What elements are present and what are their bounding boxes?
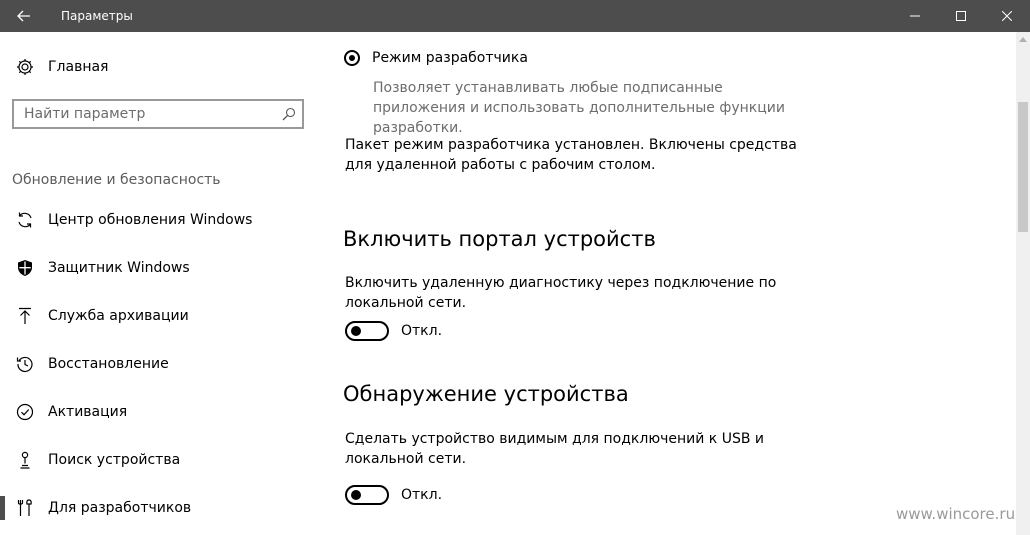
package-status-text: Пакет режим разработчика установлен. Вкл… [345, 137, 797, 173]
search-box[interactable] [12, 99, 304, 129]
sidebar-item-label: Служба архивации [48, 308, 189, 324]
sidebar-item-windows-update[interactable]: Центр обновления Windows [0, 200, 328, 240]
watermark: www.wincore.ru [896, 505, 1016, 523]
check-circle-icon [16, 403, 34, 421]
sidebar-item-label: Центр обновления Windows [48, 212, 253, 228]
selected-indicator [0, 496, 5, 520]
close-icon [1002, 11, 1012, 21]
sidebar-item-find-device[interactable]: Поиск устройства [0, 440, 328, 480]
device-discovery-toggle[interactable] [345, 485, 389, 505]
sidebar: Главная Обновление и безопасность Центр … [0, 32, 328, 535]
device-portal-toggle-label: Откл. [401, 323, 443, 339]
sidebar-item-for-developers[interactable]: Для разработчиков [0, 488, 328, 528]
device-portal-toggle-row: Откл. [345, 321, 442, 341]
back-button[interactable] [0, 0, 48, 32]
tools-icon [17, 499, 32, 516]
maximize-button[interactable] [938, 0, 984, 32]
home-label: Главная [48, 59, 109, 75]
section-title: Обновление и безопасность [12, 172, 221, 188]
minimize-icon [910, 15, 920, 17]
sidebar-item-activation[interactable]: Активация [0, 392, 328, 432]
sidebar-item-backup[interactable]: Служба архивации [0, 296, 328, 336]
sidebar-item-label: Защитник Windows [48, 260, 190, 276]
search-icon[interactable] [282, 107, 296, 121]
sidebar-item-windows-defender[interactable]: Защитник Windows [0, 248, 328, 288]
gear-icon [17, 59, 33, 75]
developer-mode-radio[interactable]: Режим разработчика [344, 50, 528, 66]
chevron-up-icon [1019, 36, 1027, 42]
minimize-button[interactable] [892, 0, 938, 32]
shield-icon [18, 260, 32, 276]
sidebar-item-label: Поиск устройства [48, 452, 181, 468]
developer-mode-description: Позволяет устанавливать любые подписанны… [373, 80, 785, 136]
main-content: Режим разработчика Позволяет устанавлива… [328, 32, 1016, 535]
title-bar: Параметры [0, 0, 1030, 32]
toggle-knob [351, 326, 361, 336]
search-input[interactable] [24, 105, 274, 123]
sync-icon [18, 212, 32, 228]
back-arrow-icon [17, 10, 30, 22]
sidebar-item-label: Активация [48, 404, 128, 420]
device-portal-description: Включить удаленную диагностику через под… [345, 275, 777, 311]
device-discovery-heading: Обнаружение устройства [343, 382, 629, 406]
history-icon [16, 356, 33, 372]
device-portal-toggle[interactable] [345, 321, 389, 341]
home-link[interactable]: Главная [16, 58, 108, 76]
toggle-knob [351, 490, 361, 500]
person-pin-icon [20, 451, 30, 469]
maximize-icon [956, 11, 966, 21]
close-button[interactable] [984, 0, 1030, 32]
window-title: Параметры [61, 9, 133, 23]
upload-arrow-icon [19, 307, 31, 324]
device-discovery-toggle-row: Откл. [345, 485, 442, 505]
radio-button-selected[interactable] [344, 50, 360, 66]
device-discovery-toggle-label: Откл. [401, 487, 443, 503]
scrollbar[interactable] [1016, 32, 1030, 535]
developer-mode-label: Режим разработчика [372, 50, 528, 66]
device-portal-heading: Включить портал устройств [343, 227, 656, 251]
sidebar-item-recovery[interactable]: Восстановление [0, 344, 328, 384]
device-discovery-description: Сделать устройство видимым для подключен… [345, 431, 764, 467]
scroll-thumb[interactable] [1018, 102, 1028, 232]
sidebar-item-label: Для разработчиков [48, 500, 192, 516]
sidebar-item-label: Восстановление [48, 356, 169, 372]
scroll-up-button[interactable] [1016, 32, 1030, 46]
